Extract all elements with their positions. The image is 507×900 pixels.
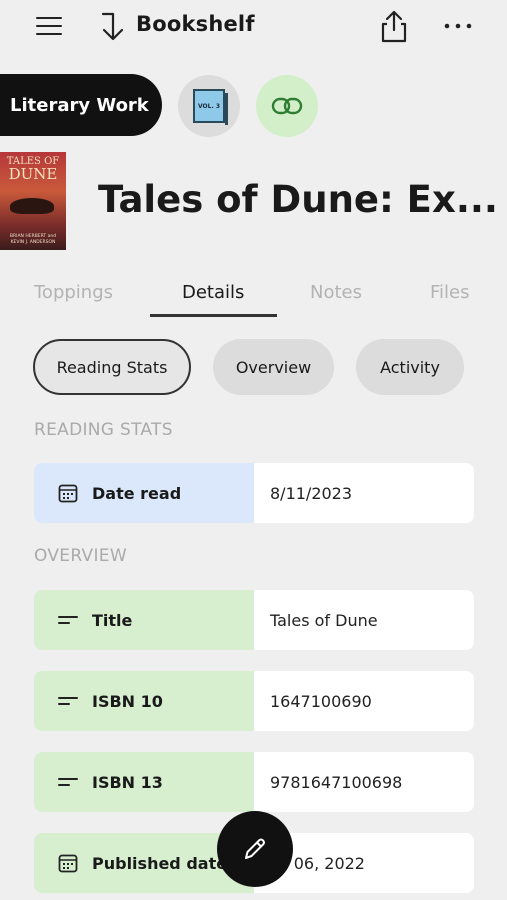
cover-title: TALES OF DUNE — [6, 156, 60, 183]
page-title: Bookshelf — [136, 12, 255, 36]
calendar-icon — [56, 481, 80, 505]
link-chip[interactable] — [256, 75, 318, 137]
reading-stats-heading: READING STATS — [34, 420, 173, 440]
field-key-label: ISBN 10 — [92, 691, 163, 711]
literary-work-chip[interactable]: Literary Work — [0, 74, 162, 136]
pill-overview[interactable]: Overview — [213, 339, 334, 395]
text-lines-icon — [56, 608, 80, 632]
hamburger-menu-icon[interactable] — [34, 14, 64, 38]
text-lines-icon — [56, 689, 80, 713]
tab-toppings[interactable]: Toppings — [34, 282, 113, 303]
field-key-label: ISBN 13 — [92, 772, 163, 792]
text-lines-icon — [56, 770, 80, 794]
field-key: ISBN 10 — [34, 671, 254, 731]
tab-files[interactable]: Files — [430, 282, 470, 303]
link-icon — [271, 97, 303, 115]
cover-authors: BRIAN HERBERT and KEVIN J. ANDERSON — [9, 234, 57, 245]
field-value: Tales of Dune — [270, 610, 378, 630]
book-cover-image[interactable]: TALES OF DUNE BRIAN HERBERT and KEVIN J.… — [0, 152, 66, 250]
book-volume-icon: VOL. 3 — [193, 89, 228, 125]
tab-details[interactable]: Details — [182, 282, 244, 303]
pill-activity[interactable]: Activity — [356, 339, 464, 395]
active-tab-indicator — [150, 314, 277, 317]
top-bar: Bookshelf — [0, 0, 507, 54]
field-key: Title — [34, 590, 254, 650]
field-row-date-read[interactable]: Date read 8/11/2023 — [34, 463, 474, 523]
pencil-icon — [245, 838, 265, 859]
volume-chip[interactable]: VOL. 3 — [178, 75, 240, 137]
field-value: 1647100690 — [270, 691, 372, 711]
field-row-title[interactable]: Title Tales of Dune — [34, 590, 474, 650]
edit-button[interactable] — [217, 811, 293, 887]
volume-badge-label: VOL. 3 — [197, 102, 220, 110]
more-options-icon[interactable] — [440, 16, 476, 36]
book-title: Tales of Dune: Ex... — [98, 178, 498, 221]
overview-heading: OVERVIEW — [34, 546, 127, 566]
back-arrow-icon[interactable] — [100, 12, 126, 42]
field-row-isbn10[interactable]: ISBN 10 1647100690 — [34, 671, 474, 731]
field-key-label: Title — [92, 610, 133, 630]
field-value: 8/11/2023 — [270, 483, 353, 503]
field-key-label: Published date — [92, 853, 228, 873]
field-key: Date read — [34, 463, 254, 523]
field-value: 9781647100698 — [270, 772, 403, 792]
tab-bar: Toppings Details Notes Files — [0, 280, 507, 318]
pill-reading-stats[interactable]: Reading Stats — [33, 339, 191, 395]
field-key: ISBN 13 — [34, 752, 254, 812]
tab-notes[interactable]: Notes — [310, 282, 362, 303]
calendar-icon — [56, 851, 80, 875]
share-icon[interactable] — [378, 8, 410, 44]
field-key-label: Date read — [92, 483, 182, 503]
field-row-isbn13[interactable]: ISBN 13 9781647100698 — [34, 752, 474, 812]
cover-art — [10, 198, 54, 214]
